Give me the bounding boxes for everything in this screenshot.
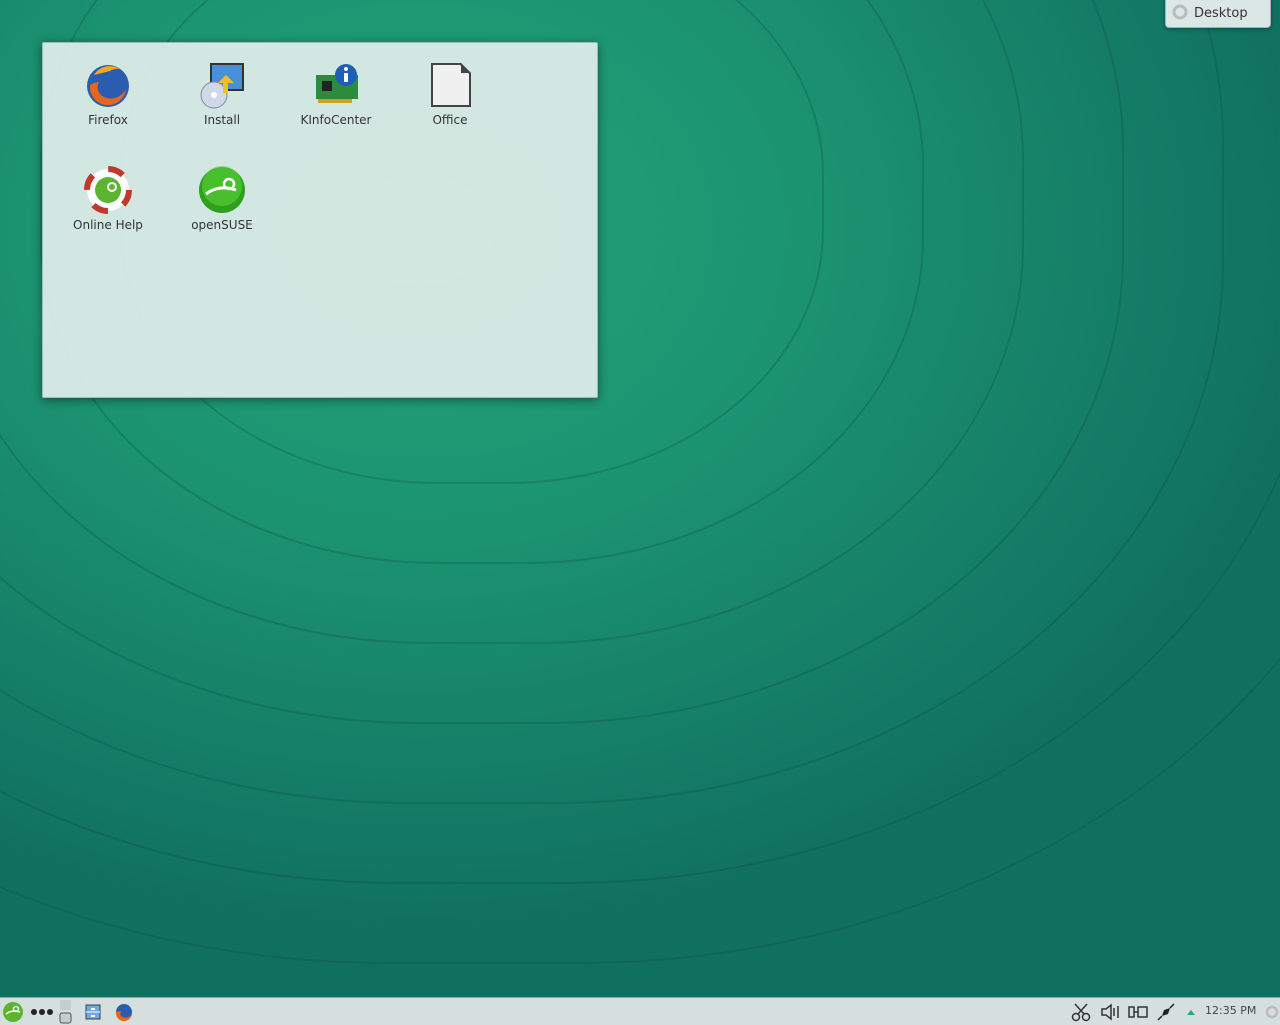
- desktop-icon-kinfocenter[interactable]: KInfoCenter: [281, 61, 391, 127]
- panel-toolbox-button[interactable]: [1264, 998, 1280, 1025]
- firefox-icon: [84, 61, 132, 109]
- speaker-volume-icon: [1101, 1002, 1119, 1021]
- desktop-icon-office[interactable]: Office: [395, 61, 505, 127]
- install-icon: [198, 61, 246, 109]
- office-document-icon: [426, 61, 474, 109]
- desktop-icon-online-help[interactable]: Online Help: [53, 166, 163, 232]
- plasma-icon: [1172, 4, 1188, 20]
- power-plug-icon: [1157, 1002, 1175, 1021]
- desktop-icon-label: Install: [203, 113, 241, 127]
- desktop-icon-label: Online Help: [73, 218, 143, 232]
- desktop-icon-label: KInfoCenter: [300, 113, 372, 127]
- plasma-icon: [1265, 1005, 1279, 1018]
- power-management-button[interactable]: [1155, 998, 1177, 1025]
- pager-widget[interactable]: [58, 998, 74, 1025]
- more-button[interactable]: [30, 998, 54, 1025]
- scissors-icon: [1071, 1002, 1091, 1021]
- desktop-toolbox-label: Desktop: [1194, 6, 1248, 21]
- folder-view-widget: Firefox Install KInfoCenter Office Onlin…: [42, 42, 598, 398]
- device-notifier-icon: [1128, 1005, 1148, 1018]
- desktop-icon-label: Office: [432, 113, 468, 127]
- firefox-icon: [115, 1003, 132, 1021]
- opensuse-launcher-icon: [3, 1001, 23, 1022]
- taskbar: 12:35 PM: [0, 997, 1280, 1025]
- more-dots-icon: [31, 1008, 53, 1015]
- klipper-clipboard-button[interactable]: [1070, 998, 1092, 1025]
- application-launcher-button[interactable]: [2, 998, 24, 1025]
- devices-button[interactable]: [1127, 998, 1149, 1025]
- help-lifebuoy-icon: [84, 166, 132, 214]
- arrow-up-icon: [1187, 1009, 1195, 1015]
- desktop-icon-install[interactable]: Install: [167, 61, 277, 127]
- firefox-launcher[interactable]: [114, 998, 134, 1025]
- desktop-icon-label: openSUSE: [191, 218, 253, 232]
- desktop-icon-firefox[interactable]: Firefox: [53, 61, 163, 127]
- kinfocenter-icon: [312, 61, 360, 109]
- file-manager-launcher[interactable]: [83, 998, 103, 1025]
- desktop-icon-label: Firefox: [88, 113, 128, 127]
- volume-button[interactable]: [1099, 998, 1121, 1025]
- show-hidden-tray-button[interactable]: [1185, 998, 1197, 1025]
- file-manager-icon: [85, 1004, 101, 1019]
- opensuse-icon: [198, 166, 246, 214]
- desktop-icon-opensuse[interactable]: openSUSE: [167, 166, 277, 232]
- clock[interactable]: 12:35 PM: [1205, 1004, 1256, 1017]
- desktop-toolbox-button[interactable]: Desktop: [1165, 0, 1271, 28]
- virtual-desktops-icon: [59, 1000, 72, 1024]
